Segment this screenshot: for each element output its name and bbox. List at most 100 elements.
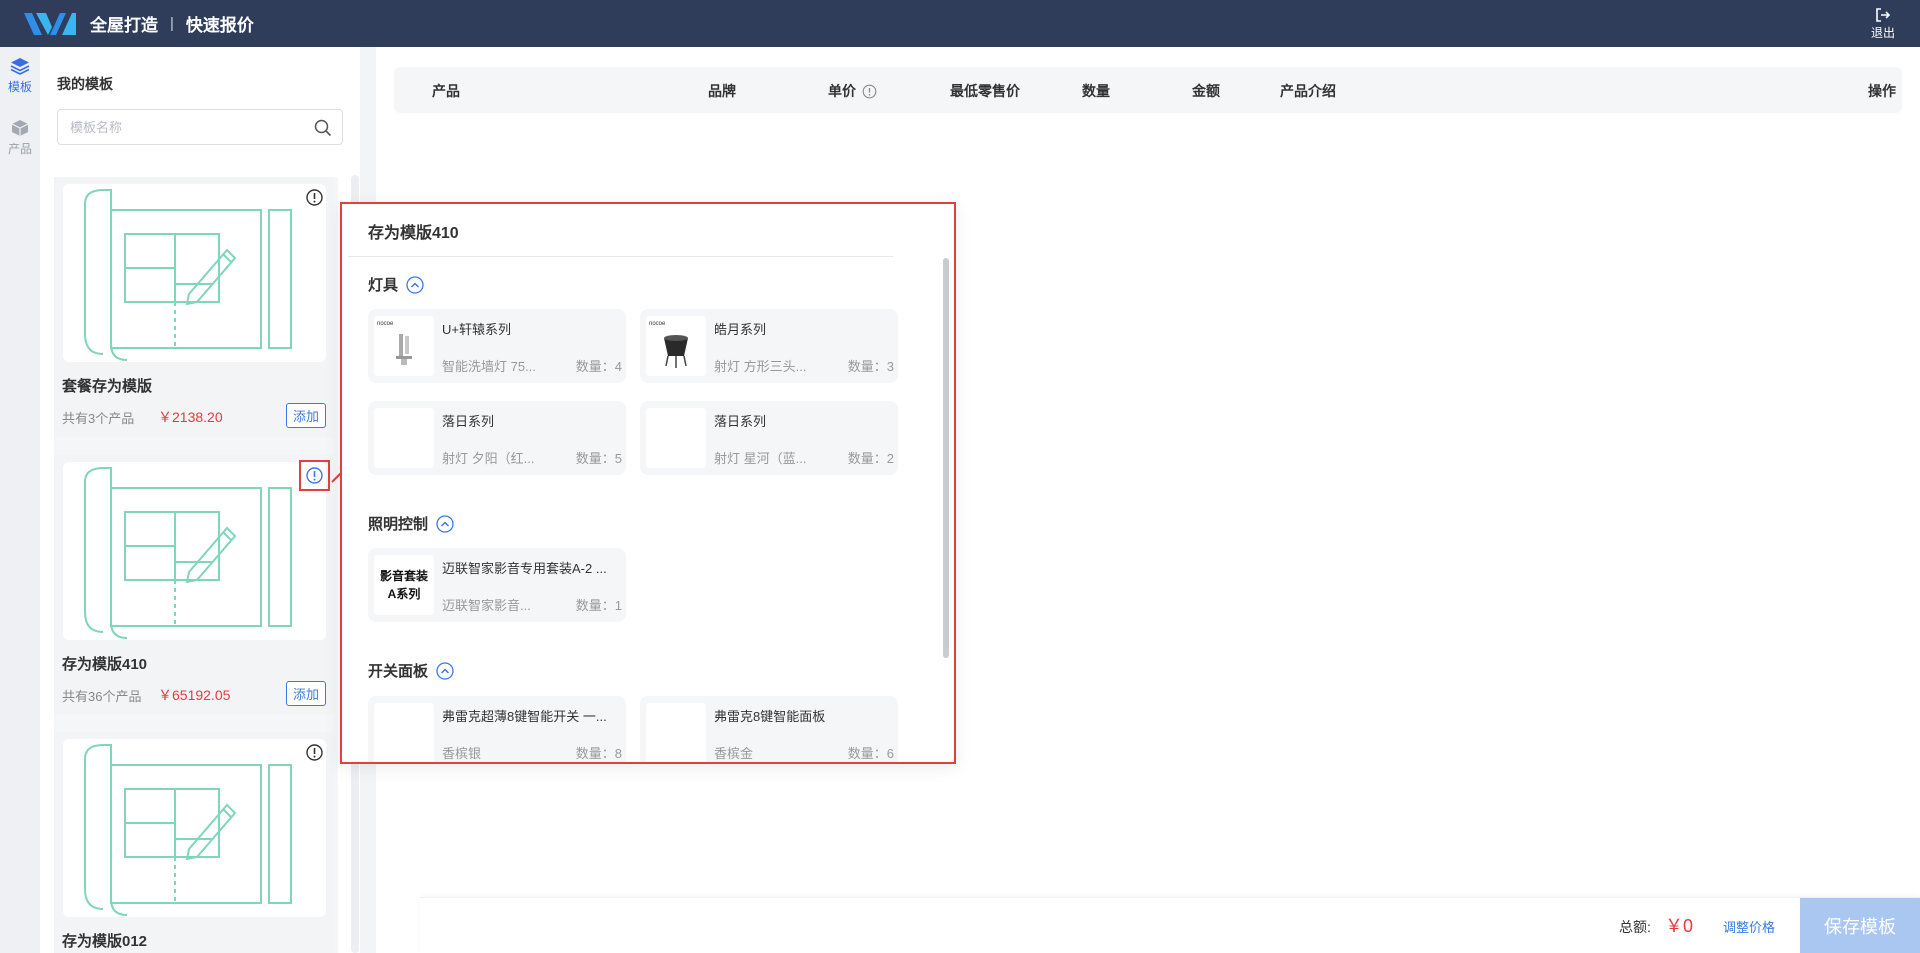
popover-title: 存为模版410: [368, 225, 459, 242]
col-brand: 品牌: [708, 83, 736, 99]
top-bar: 全屋打造 | 快速报价 退出: [0, 0, 1920, 47]
popover-body: 灯具 nocoe U+轩辕系列 智能洗墙灯 75... 数量：4 nocoe 皓…: [342, 257, 942, 762]
total-value: ￥0: [1665, 916, 1694, 936]
product-image: [374, 408, 434, 468]
template-card[interactable]: 存为模版410 共有36个产品 ￥65192.05 添加: [54, 455, 334, 715]
left-rail: 模板 产品: [0, 47, 40, 953]
product-spec: 香槟银: [442, 746, 482, 761]
box-icon: [11, 120, 29, 136]
product-spec: 射灯 星河（蓝...: [714, 451, 807, 466]
product-spec: 香槟金: [714, 746, 754, 761]
col-min-retail: 最低零售价: [950, 83, 1020, 99]
category-name: 灯具: [368, 277, 399, 294]
product-image-text: A系列: [387, 587, 421, 601]
logout-icon: [1876, 8, 1891, 22]
table-header: 产品 品牌 单价 最低零售价 数量 金额 产品介绍 操作: [394, 67, 1902, 113]
product-spec: 迈联智家影音...: [442, 598, 531, 613]
col-actions: 操作: [1868, 83, 1896, 99]
product-spec: 射灯 方形三头...: [714, 359, 807, 374]
product-name: 弗雷克超薄8键智能开关 一...: [442, 709, 607, 724]
help-icon[interactable]: [862, 84, 877, 99]
info-icon[interactable]: [305, 743, 324, 762]
product-image: [646, 408, 706, 468]
blueprint-thumbnail: [63, 739, 326, 917]
template-name: 存为模版012: [62, 933, 148, 950]
info-icon[interactable]: [299, 460, 330, 491]
template-name: 存为模版410: [62, 656, 148, 673]
template-count: 共有36个产品: [62, 689, 142, 704]
product-card[interactable]: 影音套装 A系列 迈联智家影音专用套装A-2 ... 迈联智家影音... 数量：…: [368, 548, 626, 622]
app-title: 全屋打造: [90, 16, 158, 35]
product-card[interactable]: 落日系列 射灯 星河（蓝... 数量：2: [640, 401, 898, 475]
product-quantity: 数量：2: [847, 451, 894, 466]
product-card[interactable]: nocoe U+轩辕系列 智能洗墙灯 75... 数量：4: [368, 309, 626, 383]
product-image: 影音套装 A系列: [374, 555, 434, 615]
product-quantity: 数量：6: [847, 746, 894, 761]
product-name: 落日系列: [442, 414, 495, 429]
app-logo: [22, 9, 78, 39]
logout-button[interactable]: 退出: [1868, 5, 1898, 41]
col-quantity: 数量: [1082, 83, 1110, 99]
template-card[interactable]: 套餐存为模版 共有3个产品 ￥2138.20 添加: [54, 177, 334, 437]
product-card[interactable]: 弗雷克8键智能面板 香槟金 数量：6: [640, 696, 898, 762]
category-name: 开关面板: [368, 663, 429, 680]
product-name: 弗雷克8键智能面板: [714, 709, 826, 724]
save-template-button[interactable]: 保存模板: [1800, 898, 1920, 953]
panel-heading: 我的模板: [57, 76, 113, 92]
add-template-button[interactable]: 添加: [286, 681, 326, 706]
product-image: [646, 703, 706, 762]
title-separator: |: [170, 15, 174, 32]
category-header[interactable]: 灯具: [368, 274, 424, 295]
product-quantity: 数量：8: [575, 746, 622, 761]
template-card[interactable]: 存为模版012: [54, 732, 334, 953]
template-price: ￥65192.05: [158, 687, 231, 703]
search-input[interactable]: [58, 110, 298, 144]
product-image-text: 影音套装: [379, 569, 428, 583]
add-template-button[interactable]: 添加: [286, 403, 326, 428]
template-panel: 我的模板 模板名称 套餐存为模版 共有3个产品 ￥2138.20 添加 存为模版…: [40, 47, 360, 953]
category-header[interactable]: 照明控制: [368, 513, 454, 534]
page-subtitle: 快速报价: [185, 16, 254, 35]
rail-label: 模板: [7, 80, 32, 94]
chevron-up-icon[interactable]: [436, 515, 454, 533]
template-search: [57, 109, 343, 145]
category-name: 照明控制: [368, 516, 429, 533]
template-name: 套餐存为模版: [62, 378, 153, 395]
product-card[interactable]: nocoe 皓月系列 射灯 方形三头... 数量：3: [640, 309, 898, 383]
product-name: 迈联智家影音专用套装A-2 ...: [442, 561, 607, 576]
adjust-price-link[interactable]: 调整价格: [1723, 917, 1775, 936]
product-name: U+轩辕系列: [442, 322, 511, 337]
product-image: [374, 703, 434, 762]
template-count: 共有3个产品: [62, 411, 135, 426]
product-card[interactable]: 落日系列 射灯 夕阳（红... 数量：5: [368, 401, 626, 475]
rail-item-products[interactable]: 产品: [0, 109, 40, 171]
template-detail-popover: 存为模版410 灯具 nocoe U+轩辕系列 智能洗墙灯 75... 数量：4: [340, 202, 956, 764]
product-quantity: 数量：5: [575, 451, 622, 466]
template-list: 套餐存为模版 共有3个产品 ￥2138.20 添加 存为模版410 共有36个产…: [54, 177, 338, 953]
rail-item-templates[interactable]: 模板: [0, 47, 40, 109]
product-quantity: 数量：3: [847, 359, 894, 374]
product-image: nocoe: [646, 316, 706, 376]
popover-scrollbar[interactable]: [943, 258, 949, 658]
product-spec: 射灯 夕阳（红...: [442, 451, 535, 466]
col-unit-price: 单价: [828, 81, 877, 101]
product-quantity: 数量：4: [575, 359, 622, 374]
total-label: 总额:: [1619, 919, 1651, 935]
info-icon[interactable]: [305, 188, 324, 207]
svg-text:nocoe: nocoe: [649, 321, 666, 327]
rail-label: 产品: [7, 142, 32, 156]
product-quantity: 数量：1: [575, 598, 622, 613]
category-header[interactable]: 开关面板: [368, 660, 454, 681]
template-price: ￥2138.20: [158, 409, 223, 425]
blueprint-thumbnail: [63, 184, 326, 362]
chevron-up-icon[interactable]: [406, 276, 424, 294]
col-unit-price-label: 单价: [828, 83, 856, 99]
search-icon[interactable]: [314, 119, 332, 137]
product-card[interactable]: 弗雷克超薄8键智能开关 一... 香槟银 数量：8: [368, 696, 626, 762]
chevron-up-icon[interactable]: [436, 662, 454, 680]
col-amount: 金额: [1192, 83, 1220, 99]
quote-footer: 总额: ￥0 调整价格 保存模板: [420, 897, 1920, 953]
product-name: 落日系列: [714, 414, 767, 429]
svg-text:nocoe: nocoe: [377, 321, 394, 327]
blueprint-thumbnail: [63, 462, 326, 640]
